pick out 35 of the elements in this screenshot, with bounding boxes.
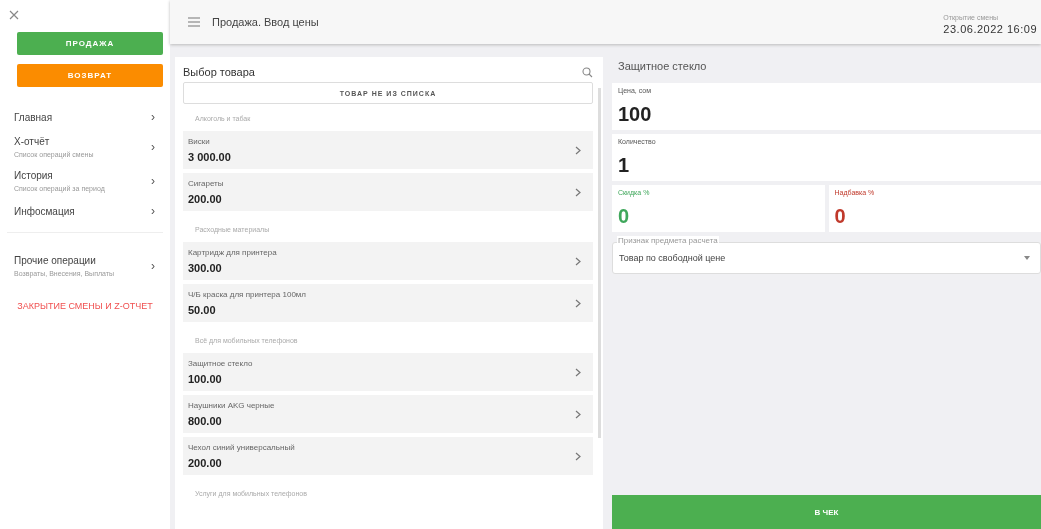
chevron-icon bbox=[575, 145, 581, 155]
chevron-icon bbox=[575, 367, 581, 377]
menu-item-label[interactable]: История bbox=[14, 170, 105, 181]
chevron-icon[interactable]: › bbox=[151, 110, 155, 124]
chevron-icon[interactable]: › bbox=[151, 259, 155, 273]
dropdown-label: Признак предмета расчета bbox=[617, 236, 719, 246]
page-title: Продажа. Ввод цены bbox=[212, 16, 319, 28]
scrollbar[interactable] bbox=[598, 88, 601, 438]
close-icon[interactable] bbox=[9, 10, 19, 20]
search-icon[interactable] bbox=[582, 66, 593, 78]
menu-item-label[interactable]: Инфосмация bbox=[14, 205, 75, 217]
chevron-icon[interactable]: › bbox=[151, 140, 155, 154]
product-item[interactable]: Чехол синий универсальный 200.00 bbox=[183, 437, 593, 475]
product-item[interactable]: Картридж для принтера 300.00 bbox=[183, 242, 593, 280]
product-item[interactable]: Ч/Б краска для принтера 100мл 50.00 bbox=[183, 284, 593, 322]
product-title: Защитное стекло bbox=[617, 59, 708, 74]
close-shift-link[interactable]: ЗАКРЫТИЕ СМЕНЫ И Z-ОТЧЕТ bbox=[7, 301, 163, 311]
chevron-icon[interactable]: › bbox=[151, 174, 155, 188]
product-item[interactable]: Виски 3 000.00 bbox=[183, 131, 593, 169]
chevron-icon bbox=[575, 298, 581, 308]
dropdown-caret-icon bbox=[1024, 256, 1030, 260]
product-item[interactable]: Сигареты 200.00 bbox=[183, 173, 593, 211]
menu-icon[interactable] bbox=[188, 17, 200, 27]
chevron-icon[interactable]: › bbox=[151, 204, 155, 218]
menu-item-label[interactable]: Главная bbox=[14, 111, 53, 123]
menu-item-label[interactable]: Х-отчёт bbox=[14, 136, 94, 147]
product-item[interactable]: Защитное стекло 100.00 bbox=[183, 353, 593, 391]
product-item[interactable]: Наушники AKG черные 800.00 bbox=[183, 395, 593, 433]
chevron-icon bbox=[575, 409, 581, 419]
chevron-icon bbox=[575, 451, 581, 461]
shift-time: 23.06.2022 16:09 bbox=[943, 22, 1037, 35]
panel-title: Выбор товара bbox=[183, 66, 255, 78]
chevron-icon bbox=[575, 256, 581, 266]
menu-item-label[interactable]: Прочие операции bbox=[14, 255, 114, 266]
chevron-icon bbox=[575, 187, 581, 197]
